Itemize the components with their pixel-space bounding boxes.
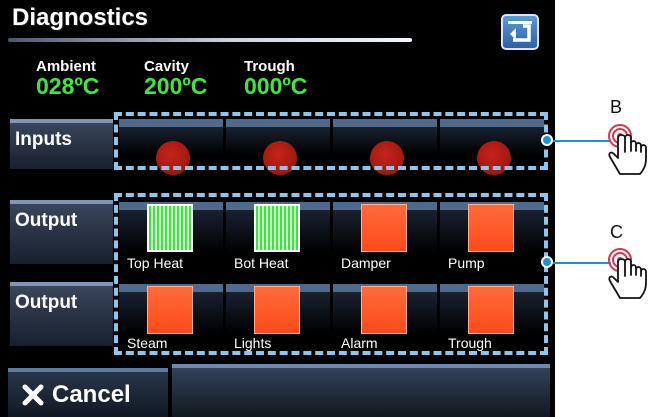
output-row-label-1: Output [10, 200, 113, 264]
output-toggle-lights[interactable] [254, 286, 300, 334]
output-label: Steam [127, 335, 168, 351]
output-toggle-steam[interactable] [147, 286, 193, 334]
callout-line-b [547, 140, 611, 142]
input-indicator [263, 141, 297, 175]
touch-hand-icon [608, 248, 647, 299]
cancel-button[interactable]: Cancel [8, 368, 168, 417]
temp-trough: Trough 000ºC [244, 58, 307, 100]
input-indicator [156, 141, 190, 175]
output-toggle-top-heat[interactable] [147, 204, 193, 252]
output-cell-pump: Pump [440, 202, 544, 272]
input-indicator [370, 141, 404, 175]
x-icon [22, 384, 44, 405]
temp-value: 028ºC [36, 73, 100, 99]
output-label: Lights [234, 335, 272, 351]
inputs-row-label: Inputs [10, 119, 113, 169]
temp-cavity: Cavity 200ºC [144, 58, 207, 100]
output-cell-trough: Trough [440, 284, 544, 352]
return-arrow-icon [508, 21, 532, 42]
callout-letter-b: B [610, 97, 623, 117]
input-cell [333, 119, 437, 175]
output-label: Pump [448, 255, 485, 271]
diagnostics-screen: Diagnostics Ambient 028ºC Cavity 200ºC T… [0, 0, 555, 417]
input-cell [226, 119, 330, 175]
output-label: Damper [341, 255, 391, 271]
output-toggle-bot-heat[interactable] [254, 204, 300, 252]
temp-ambient: Ambient 028ºC [36, 58, 99, 100]
title-divider [8, 38, 412, 42]
temp-value: 200ºC [144, 73, 208, 99]
output-label: Alarm [341, 335, 378, 351]
output-cell-alarm: Alarm [333, 284, 437, 352]
output-label: Trough [448, 335, 492, 351]
back-button[interactable] [501, 14, 539, 50]
touch-hand-icon [608, 124, 647, 175]
callout-dot-c [541, 256, 553, 268]
input-cell [119, 119, 223, 175]
temp-value: 000ºC [244, 73, 308, 99]
callout-line-c [547, 262, 611, 264]
output-toggle-alarm[interactable] [361, 286, 407, 334]
output-cell-top-heat: Top Heat [119, 202, 223, 272]
output-label: Bot Heat [234, 255, 289, 271]
cancel-label: Cancel [52, 380, 131, 408]
callout-letter-c: C [610, 222, 623, 242]
output-toggle-damper[interactable] [361, 204, 407, 252]
page-title: Diagnostics [12, 4, 149, 31]
output-cell-bot-heat: Bot Heat [226, 202, 330, 272]
bottom-bar [172, 364, 550, 417]
output-cell-damper: Damper [333, 202, 437, 272]
output-cell-steam: Steam [119, 284, 223, 352]
callout-dot-b [541, 134, 553, 146]
output-cell-lights: Lights [226, 284, 330, 352]
input-cell [440, 119, 544, 175]
output-toggle-trough[interactable] [468, 286, 514, 334]
output-label: Top Heat [127, 255, 184, 271]
output-row-label-2: Output [10, 282, 113, 346]
input-indicator [477, 141, 511, 175]
output-toggle-pump[interactable] [468, 204, 514, 252]
